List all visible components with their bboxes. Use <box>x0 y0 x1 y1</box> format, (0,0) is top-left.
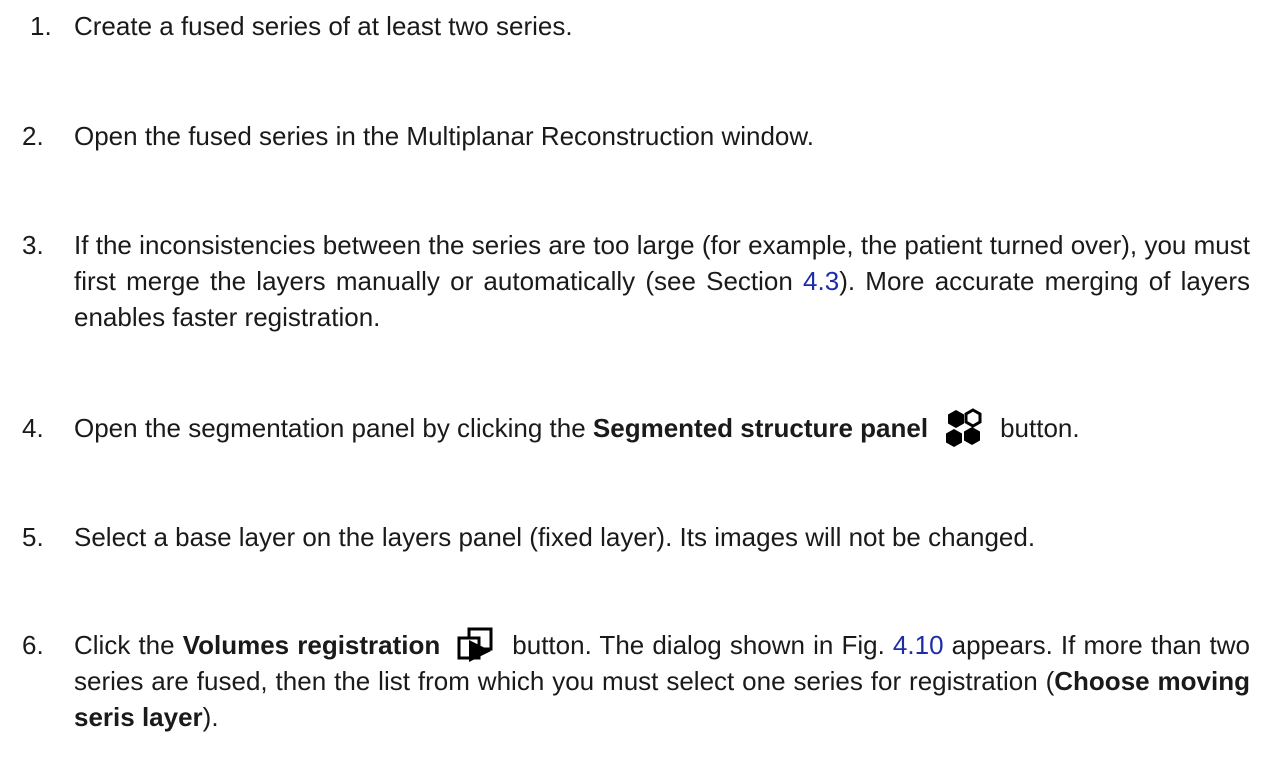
step-number: 6. <box>22 630 44 660</box>
segmented-structure-icon <box>942 407 986 451</box>
step-number: 5. <box>22 522 44 552</box>
step-text: If the inconsistencies between the serie… <box>74 227 1250 335</box>
step-number: 4. <box>22 413 44 443</box>
section-link[interactable]: 4.3 <box>803 266 839 296</box>
step-text-part: Open the segmentation panel by clicking … <box>74 413 593 443</box>
step-number: 3. <box>22 230 44 260</box>
step-number: 2. <box>22 121 44 151</box>
step-text: Click the Volumes registration button. T… <box>74 627 1250 735</box>
step-text: Open the fused series in the Multiplanar… <box>74 121 814 151</box>
volumes-registration-icon <box>456 627 496 663</box>
figure-link[interactable]: 4.10 <box>893 630 944 660</box>
step-text-part: button. <box>1000 413 1080 443</box>
step-number: 1. <box>30 11 52 41</box>
step-text-part: Click the <box>74 630 183 660</box>
step-text: Create a fused series of at least two se… <box>74 11 573 41</box>
step-text: Select a base layer on the layers panel … <box>74 522 1036 552</box>
button-name: Segmented structure panel <box>592 413 929 443</box>
step-text-part: ). <box>202 702 219 732</box>
step-text: Open the segmentation panel by clicking … <box>74 408 1250 448</box>
button-name: Volumes registration <box>182 630 441 660</box>
step-text-part: button. The dialog shown in Fig. <box>512 630 893 660</box>
